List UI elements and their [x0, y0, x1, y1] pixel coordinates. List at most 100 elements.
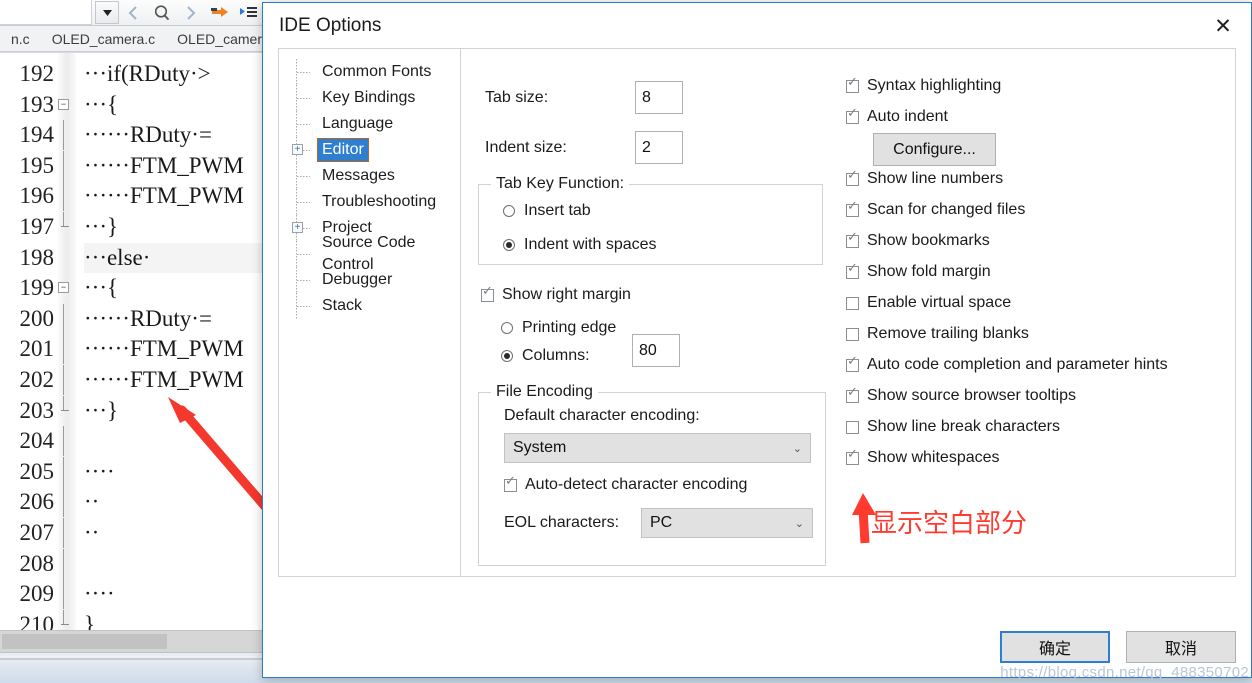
settings-category-tree[interactable]: Common Fonts Key Bindings Language + Editor M…	[278, 48, 461, 577]
checkbox-show-source-browser-tooltips[interactable]: Show source browser tooltips	[846, 386, 1076, 405]
fold-marker[interactable]: −	[58, 273, 76, 304]
scrollbar-thumb[interactable]	[2, 634, 167, 649]
checkbox-indicator	[846, 76, 859, 93]
indent-size-row: Indent size:	[485, 131, 815, 164]
dialog-title-bar: IDE Options ✕	[263, 3, 1251, 48]
dropdown-arrow-icon[interactable]	[95, 1, 119, 24]
tab-size-input[interactable]	[635, 81, 683, 114]
close-icon[interactable]: ✕	[1195, 4, 1251, 48]
goto-arrow-icon[interactable]	[207, 1, 233, 25]
list-icon[interactable]	[236, 1, 262, 25]
fold-margin[interactable]: − −	[58, 53, 76, 630]
checkbox-indicator	[846, 328, 859, 341]
eol-row: EOL characters: PC ⌄	[504, 508, 813, 538]
fold-marker	[58, 181, 76, 212]
eol-value: PC	[650, 514, 673, 531]
radio-indent-with-spaces[interactable]: Indent with spaces	[503, 231, 810, 259]
tree-item-stack[interactable]: Stack	[287, 293, 460, 319]
file-encoding-group: File Encoding Default character encoding…	[478, 383, 826, 566]
line-number: 192	[19, 61, 55, 86]
checkbox-label: Auto indent	[867, 108, 948, 125]
cancel-button[interactable]: 取消	[1126, 631, 1236, 663]
tab-key-function-group: Tab Key Function: Insert tab Indent with…	[478, 175, 823, 265]
checkbox-indicator	[846, 262, 859, 279]
radio-indicator	[503, 205, 515, 217]
editor-settings-panel: Tab size: Indent size: Tab Key Function:…	[461, 48, 1236, 577]
radio-label: Columns:	[522, 347, 590, 364]
tree-item-key-bindings[interactable]: Key Bindings	[287, 85, 460, 111]
checkbox-remove-trailing-blanks[interactable]: Remove trailing blanks	[846, 325, 1029, 343]
checkbox-scan-for-changed-files[interactable]: Scan for changed files	[846, 200, 1025, 219]
line-number: 202	[19, 366, 55, 392]
checkbox-auto-indent[interactable]: Auto indent	[846, 107, 948, 126]
tree-item-editor[interactable]: + Editor	[287, 137, 460, 163]
line-number-gutter: 192 193 194 195 196 197 198 199 200 201 202 203 204 2…	[0, 53, 58, 637]
tree-item-debugger[interactable]: Debugger	[287, 267, 460, 293]
indent-size-input[interactable]	[635, 131, 683, 164]
line-number: 197	[19, 213, 55, 239]
default-encoding-select[interactable]: System ⌄	[504, 433, 811, 463]
expander-icon[interactable]: +	[289, 215, 317, 241]
line-number: 208	[19, 550, 55, 576]
fold-marker	[58, 456, 76, 488]
indent-size-label: Indent size:	[485, 138, 567, 156]
checkbox-show-right-margin[interactable]: Show right margin	[481, 285, 631, 304]
dialog-title: IDE Options	[279, 14, 382, 36]
columns-input[interactable]	[632, 334, 680, 367]
checkbox-syntax-highlighting[interactable]: Syntax highlighting	[846, 76, 1001, 95]
configure-button[interactable]: Configure...	[873, 133, 996, 166]
line-number: 199	[19, 275, 55, 301]
tree-item-language[interactable]: Language	[287, 111, 460, 137]
editor-horizontal-scrollbar[interactable]	[0, 630, 262, 652]
checkbox-enable-virtual-space[interactable]: Enable virtual space	[846, 294, 1011, 312]
fold-marker	[58, 150, 76, 182]
radio-indicator	[501, 322, 513, 334]
checkbox-show-line-numbers[interactable]: Show line numbers	[846, 169, 1003, 188]
fold-marker	[58, 395, 76, 427]
toolbar-combo-field[interactable]	[0, 0, 92, 25]
search-icon[interactable]	[149, 1, 175, 25]
editor-tab[interactable]: OLED_camera.c	[41, 27, 166, 51]
tab-size-row: Tab size:	[485, 81, 815, 114]
checkbox-show-whitespaces[interactable]: Show whitespaces	[846, 448, 1000, 467]
radio-columns[interactable]: Columns:	[501, 342, 590, 370]
watermark-text: https://blog.csdn.net/qq_488350702	[1000, 664, 1249, 681]
dialog-footer: 确定 取消 https://blog.csdn.net/qq_488350702	[263, 627, 1251, 681]
checkbox-show-line-break-characters[interactable]: Show line break characters	[846, 418, 1060, 436]
expander-icon[interactable]: +	[289, 137, 317, 163]
checkbox-indicator	[846, 421, 859, 434]
eol-select[interactable]: PC ⌄	[641, 508, 813, 538]
line-number: 203	[19, 397, 55, 423]
forward-arrow-icon[interactable]	[178, 1, 204, 25]
fold-marker	[58, 426, 76, 457]
tree-item-label: Key Bindings	[322, 89, 416, 106]
checkbox-show-bookmarks[interactable]: Show bookmarks	[846, 231, 990, 250]
checkbox-auto-detect-encoding[interactable]: Auto-detect character encoding	[504, 475, 813, 494]
checkbox-indicator	[846, 386, 859, 403]
file-encoding-legend: File Encoding	[496, 383, 593, 400]
checkbox-auto-code-completion-and-parameter-hints[interactable]: Auto code completion and parameter hints	[846, 355, 1168, 374]
tree-item-label: Debugger	[322, 271, 393, 288]
fold-marker	[58, 120, 76, 151]
checkbox-show-fold-margin[interactable]: Show fold margin	[846, 262, 991, 281]
default-encoding-label: Default character encoding:	[504, 407, 700, 424]
ok-button[interactable]: 确定	[1000, 631, 1110, 663]
tree-item-messages[interactable]: Messages	[287, 163, 460, 189]
tree-item-common-fonts[interactable]: Common Fonts	[287, 59, 460, 85]
tree-item-label: Messages	[322, 167, 395, 184]
tree-item-troubleshooting[interactable]: Troubleshooting	[287, 189, 460, 215]
radio-printing-edge[interactable]: Printing edge	[501, 314, 616, 342]
line-number: 195	[19, 152, 55, 178]
fold-marker[interactable]: −	[58, 90, 76, 121]
radio-insert-tab[interactable]: Insert tab	[503, 197, 810, 225]
line-number: 201	[19, 336, 55, 362]
tree-item-source-code-control[interactable]: Source Code Control	[287, 234, 460, 273]
checkbox-label: Show right margin	[502, 286, 631, 303]
checkbox-label: Auto-detect character encoding	[525, 476, 748, 493]
editor-tab[interactable]: n.c	[0, 27, 41, 51]
tree-connector	[289, 241, 317, 267]
annotation-text-whitespace: 显示空白部分	[871, 509, 1028, 539]
back-arrow-icon[interactable]	[120, 1, 146, 25]
fold-marker	[58, 211, 76, 243]
tree-connector	[289, 267, 317, 293]
